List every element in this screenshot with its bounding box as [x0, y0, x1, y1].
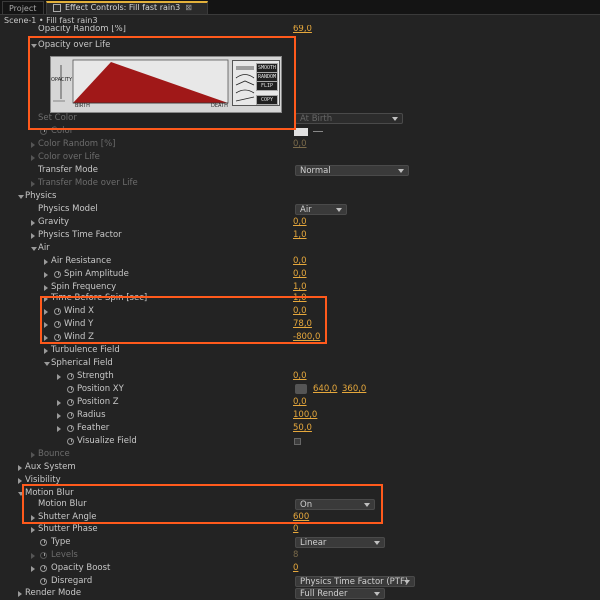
spherical-field-row[interactable]: Spherical Field: [0, 357, 600, 370]
stopwatch-icon[interactable]: [67, 412, 74, 419]
expand-triangle-icon[interactable]: [44, 259, 48, 265]
physics-model-dropdown[interactable]: Air: [295, 204, 347, 215]
opacity-random-row: Opacity Random [%] 69,0: [38, 25, 312, 34]
position-z-row[interactable]: Position Z 0,0: [0, 396, 600, 409]
eyedropper-icon[interactable]: [313, 131, 323, 132]
highlight-wind: [40, 296, 327, 344]
expand-triangle-icon[interactable]: [31, 142, 35, 148]
expand-triangle-icon[interactable]: [57, 374, 61, 380]
close-icon[interactable]: ⊠: [185, 3, 192, 12]
air-resistance-row[interactable]: Air Resistance 0,0: [0, 255, 600, 268]
transfer-mode-over-life-row[interactable]: Transfer Mode over Life: [0, 177, 600, 190]
expand-triangle-icon[interactable]: [31, 220, 35, 226]
stopwatch-icon[interactable]: [67, 373, 74, 380]
expand-triangle-icon[interactable]: [18, 591, 22, 597]
expand-triangle-icon[interactable]: [57, 426, 61, 432]
chevron-down-icon: [374, 541, 380, 545]
chevron-down-icon: [336, 208, 342, 212]
tab-project[interactable]: Project: [2, 1, 44, 14]
expand-triangle-icon[interactable]: [18, 465, 22, 471]
expand-triangle-icon[interactable]: [31, 181, 35, 187]
expand-triangle-icon[interactable]: [44, 272, 48, 278]
stopwatch-icon[interactable]: [54, 271, 61, 278]
gravity-row[interactable]: Gravity 0,0: [0, 216, 600, 229]
stopwatch-icon[interactable]: [67, 425, 74, 432]
tab-effect-controls[interactable]: Effect Controls: Fill fast rain3 ⊠: [46, 1, 208, 14]
expand-triangle-icon[interactable]: [44, 285, 48, 291]
aux-system-row[interactable]: Aux System: [0, 461, 600, 474]
visualize-field-checkbox[interactable]: [294, 438, 301, 445]
expand-triangle-icon[interactable]: [57, 413, 61, 419]
bounce-row[interactable]: Bounce: [0, 448, 600, 461]
color-over-life-row[interactable]: Color over Life: [0, 151, 600, 164]
chevron-down-icon: [404, 580, 410, 584]
stopwatch-icon[interactable]: [67, 386, 74, 393]
spin-amplitude-row[interactable]: Spin Amplitude 0,0: [0, 268, 600, 281]
highlight-motion-blur: [22, 484, 383, 524]
expand-triangle-icon[interactable]: [31, 452, 35, 458]
radius-row[interactable]: Radius 100,0: [0, 409, 600, 422]
expand-triangle-icon[interactable]: [31, 566, 35, 572]
type-dropdown[interactable]: Linear: [295, 537, 385, 548]
physics-time-factor-row[interactable]: Physics Time Factor 1,0: [0, 229, 600, 242]
strength-row[interactable]: Strength 0,0: [0, 370, 600, 383]
levels-row[interactable]: Levels 8: [0, 549, 600, 562]
type-row[interactable]: Type Linear: [0, 536, 600, 549]
expand-triangle-icon[interactable]: [18, 195, 24, 199]
stopwatch-icon[interactable]: [40, 539, 47, 546]
position-xy-row[interactable]: Position XY 640,0 360,0: [0, 383, 600, 396]
expand-triangle-icon[interactable]: [44, 362, 50, 366]
set-color-dropdown[interactable]: At Birth: [295, 113, 403, 124]
transfer-mode-dropdown[interactable]: Normal: [295, 165, 409, 176]
stopwatch-icon[interactable]: [67, 399, 74, 406]
expand-triangle-icon[interactable]: [31, 247, 37, 251]
opacity-boost-row[interactable]: Opacity Boost 0: [0, 562, 600, 575]
stopwatch-icon[interactable]: [40, 552, 47, 559]
chevron-down-icon: [392, 117, 398, 121]
highlight-opacity-over-life: [28, 36, 296, 130]
panel-tab-bar: Project Effect Controls: Fill fast rain3…: [0, 0, 600, 15]
feather-row[interactable]: Feather 50,0: [0, 422, 600, 435]
color-random-row[interactable]: Color Random [%] 0,0: [0, 138, 600, 151]
physics-group-row[interactable]: Physics: [0, 190, 600, 203]
air-group-row[interactable]: Air: [0, 242, 600, 255]
crosshair-icon[interactable]: [295, 384, 307, 394]
shutter-phase-row[interactable]: Shutter Phase 0: [0, 523, 600, 536]
render-mode-row[interactable]: Render Mode Full Render: [0, 587, 600, 600]
stopwatch-icon[interactable]: [40, 578, 47, 585]
transfer-mode-row[interactable]: Transfer Mode Normal: [0, 164, 600, 177]
color-swatch[interactable]: [294, 128, 308, 136]
expand-triangle-icon[interactable]: [31, 233, 35, 239]
turbulence-field-row[interactable]: Turbulence Field: [0, 344, 600, 357]
chevron-down-icon: [374, 592, 380, 596]
visualize-field-row[interactable]: Visualize Field: [0, 435, 600, 448]
expand-triangle-icon[interactable]: [31, 553, 35, 559]
expand-triangle-icon[interactable]: [31, 527, 35, 533]
expand-triangle-icon[interactable]: [31, 155, 35, 161]
lock-icon[interactable]: [53, 3, 61, 12]
expand-triangle-icon[interactable]: [44, 348, 48, 354]
disregard-dropdown[interactable]: Physics Time Factor (PTF): [295, 576, 415, 587]
physics-model-row[interactable]: Physics Model Air: [0, 203, 600, 216]
stopwatch-icon[interactable]: [40, 565, 47, 572]
render-mode-dropdown[interactable]: Full Render: [295, 588, 385, 599]
expand-triangle-icon[interactable]: [57, 400, 61, 406]
stopwatch-icon[interactable]: [67, 438, 74, 445]
chevron-down-icon: [398, 169, 404, 173]
